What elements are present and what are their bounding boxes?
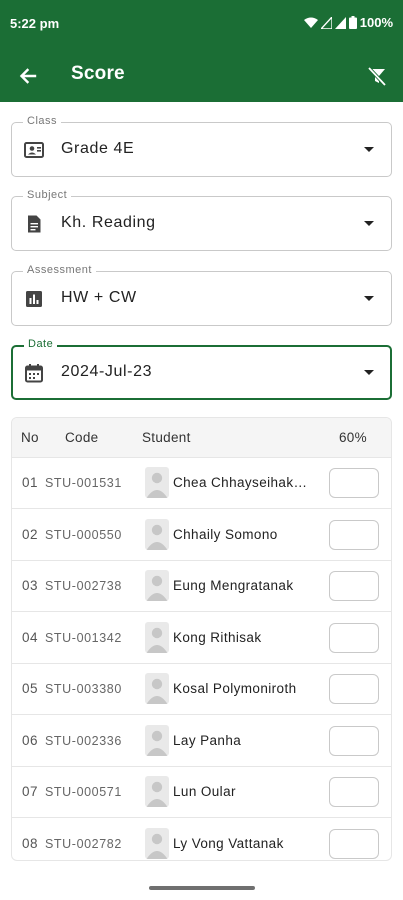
student-code: STU-003380 (45, 682, 122, 696)
avatar (145, 673, 169, 704)
header-no: No (21, 430, 39, 445)
score-input[interactable] (329, 571, 379, 601)
app-bar: Score (0, 48, 403, 102)
bar-chart-icon (26, 291, 42, 307)
row-number: 07 (22, 784, 39, 799)
row-number: 02 (22, 526, 39, 542)
chevron-down-icon (364, 221, 374, 226)
score-input[interactable] (329, 828, 379, 859)
score-input[interactable] (329, 468, 379, 498)
student-code: STU-001531 (45, 476, 122, 490)
score-table: No Code Student 60% 01 STU-001531 Chea Chh… (11, 417, 392, 861)
avatar (145, 724, 169, 756)
header-score: 60% (339, 430, 367, 445)
filter-off-button[interactable] (363, 62, 391, 90)
student-name: Kosal Polymoniroth (173, 681, 297, 696)
assessment-value: HW + CW (61, 289, 137, 306)
student-code: STU-001342 (45, 630, 122, 645)
date-value: 2024-Jul-23 (61, 363, 153, 380)
table-row: 02 STU-000550 Chhaily Somono (12, 510, 391, 561)
date-label: Date (24, 338, 58, 350)
table-row: 05 STU-003380 Kosal Polymoniroth (12, 664, 391, 715)
header-code: Code (65, 430, 99, 445)
home-indicator[interactable] (149, 886, 255, 890)
table-row: 04 STU-001342 Kong Rithisak (12, 613, 391, 664)
chevron-down-icon (364, 296, 374, 301)
avatar (145, 467, 169, 498)
table-row: 06 STU-002336 Lay Panha (12, 716, 391, 767)
student-code: STU-000550 (45, 527, 122, 542)
student-code: STU-002336 (45, 733, 122, 748)
student-name: Chhaily Somono (173, 526, 278, 542)
header-student: Student (142, 430, 191, 445)
student-name: Lay Panha (173, 732, 242, 748)
row-number: 08 (22, 835, 39, 851)
arrow-left-icon (19, 68, 37, 84)
subject-value: Kh. Reading (61, 214, 156, 231)
subject-label: Subject (23, 189, 72, 201)
avatar (145, 570, 169, 601)
score-input[interactable] (329, 725, 379, 756)
student-name: Lun Oular (173, 784, 236, 799)
assessment-select[interactable]: Assessment HW + CW (11, 264, 392, 326)
avatar (145, 776, 169, 807)
signal-icon (334, 16, 346, 29)
row-number: 06 (22, 732, 39, 748)
score-input[interactable] (329, 622, 379, 653)
table-row: 03 STU-002738 Eung Mengratanak (12, 561, 391, 612)
wifi-icon (303, 17, 318, 28)
table-row: 07 STU-000571 Lun Oular (12, 767, 391, 818)
back-button[interactable] (14, 62, 42, 90)
calendar-icon (25, 364, 43, 383)
row-number: 03 (22, 578, 39, 593)
score-input[interactable] (329, 674, 379, 704)
page-title: Score (71, 63, 125, 84)
student-name: Eung Mengratanak (173, 578, 294, 593)
class-label: Class (23, 115, 62, 127)
student-name: Ly Vong Vattanak (173, 835, 284, 851)
table-row: 08 STU-002782 Ly Vong Vattanak (12, 819, 391, 861)
avatar (145, 518, 169, 550)
student-name: Chea Chhayseihak… (173, 475, 308, 490)
battery-percent: 100% (359, 15, 393, 30)
chevron-down-icon (364, 147, 374, 152)
table-header: No Code Student 60% (12, 418, 391, 458)
class-select[interactable]: Class Grade 4E (11, 115, 392, 177)
student-name: Kong Rithisak (173, 629, 262, 645)
avatar (145, 827, 169, 859)
filter-off-icon (367, 66, 387, 87)
student-code: STU-002782 (45, 836, 122, 851)
row-number: 04 (22, 629, 39, 645)
status-icons: 100% (303, 15, 393, 30)
table-row: 01 STU-001531 Chea Chhayseihak… (12, 458, 391, 509)
chevron-down-icon (364, 370, 374, 375)
avatar (145, 621, 169, 653)
assessment-label: Assessment (23, 264, 96, 276)
student-code: STU-002738 (45, 579, 122, 593)
row-number: 01 (22, 475, 39, 490)
score-input[interactable] (329, 777, 379, 807)
student-code: STU-000571 (45, 785, 122, 799)
document-icon (28, 215, 41, 233)
subject-select[interactable]: Subject Kh. Reading (11, 189, 392, 251)
status-time: 5:22 pm (10, 16, 60, 31)
status-bar: 5:22 pm 100% (0, 0, 403, 48)
score-input[interactable] (329, 519, 379, 550)
signal-icon (320, 16, 332, 29)
row-number: 05 (22, 681, 39, 696)
date-select[interactable]: Date 2024-Jul-23 (11, 338, 392, 400)
class-contact-icon (24, 142, 44, 158)
class-value: Grade 4E (61, 140, 135, 157)
battery-icon (348, 16, 357, 29)
